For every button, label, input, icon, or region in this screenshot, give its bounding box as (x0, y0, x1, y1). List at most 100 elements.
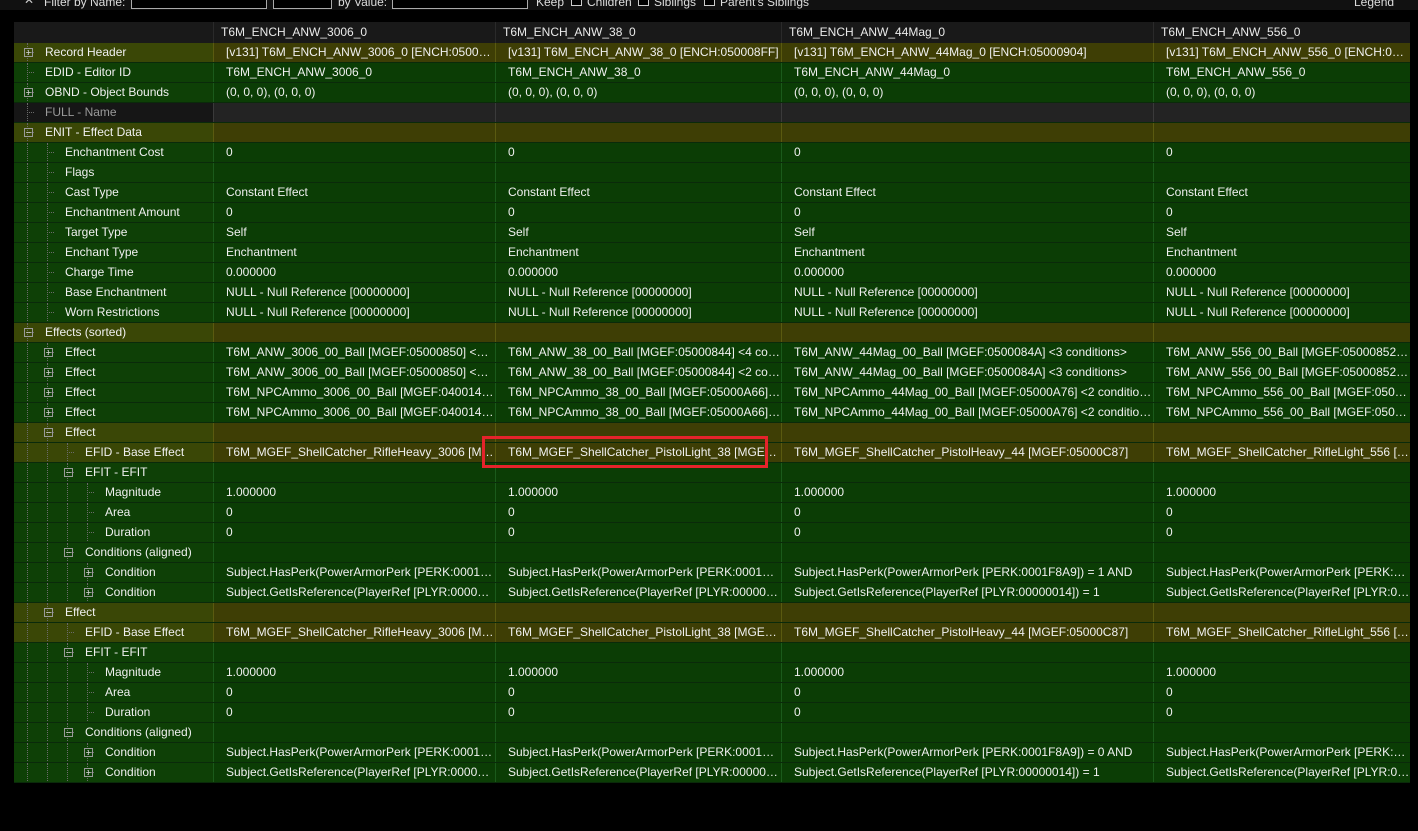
row-name-cell[interactable]: − ENIT - Effect Data (14, 123, 213, 142)
row-name-cell[interactable]: + Effect (14, 363, 213, 382)
value-cell[interactable] (213, 463, 495, 482)
value-cell[interactable]: NULL - Null Reference [00000000] (495, 283, 781, 302)
value-cell[interactable]: T6M_ANW_44Mag_00_Ball [MGEF:0500084A] <3… (781, 343, 1153, 362)
value-cell[interactable] (213, 423, 495, 442)
value-cell[interactable]: 0 (495, 523, 781, 542)
row-name-cell[interactable]: − Effect (14, 423, 213, 442)
value-cell[interactable]: T6M_NPCAmmo_556_00_Ball [MGEF:05000A95 (1153, 403, 1410, 422)
column-header-record[interactable]: T6M_ENCH_ANW_3006_0 (213, 22, 495, 43)
tree-row[interactable]: Magnitude 1.000000 1.000000 1.000000 1.00000… (14, 483, 1410, 503)
tree-row[interactable]: − ENIT - Effect Data (14, 123, 1410, 143)
value-cell[interactable]: T6M_MGEF_ShellCatcher_RifleLight_556 [MG… (1153, 623, 1410, 642)
value-cell[interactable] (1153, 543, 1410, 562)
value-cell[interactable] (1153, 103, 1410, 122)
expand-icon[interactable]: + (84, 748, 93, 757)
row-name-cell[interactable]: Cast Type (14, 183, 213, 202)
row-name-cell[interactable]: + Effect (14, 343, 213, 362)
row-name-cell[interactable]: + Record Header (14, 43, 213, 62)
value-cell[interactable]: Subject.GetIsReference(PlayerRef [PLYR:0… (1153, 763, 1410, 782)
tree-row[interactable]: Base Enchantment NULL - Null Reference [0… (14, 283, 1410, 303)
tree-row[interactable]: EDID - Editor ID T6M_ENCH_ANW_3006_0 T6M_E… (14, 63, 1410, 83)
tree-row[interactable]: Duration 0 0 0 0 (14, 703, 1410, 723)
value-cell[interactable]: T6M_ANW_3006_00_Ball [MGEF:05000850] <3 … (213, 343, 495, 362)
tree-row[interactable]: − Conditions (aligned) (14, 543, 1410, 563)
value-cell[interactable]: Subject.GetIsReference(PlayerRef [PLYR:0… (495, 583, 781, 602)
value-cell[interactable]: T6M_NPCAmmo_44Mag_00_Ball [MGEF:05000A76… (781, 383, 1153, 402)
tree-row[interactable]: Enchantment Cost 0 0 0 0 (14, 143, 1410, 163)
value-cell[interactable]: 0 (213, 683, 495, 702)
vertical-scrollbar[interactable] (1410, 22, 1418, 784)
tree-row[interactable]: + OBND - Object Bounds (0, 0, 0), (0, 0, 0… (14, 83, 1410, 103)
column-header-record[interactable]: T6M_ENCH_ANW_38_0 (495, 22, 781, 43)
value-cell[interactable] (781, 323, 1153, 342)
value-cell[interactable] (495, 323, 781, 342)
tree-row[interactable]: + Record Header [v131] T6M_ENCH_ANW_3006_0… (14, 43, 1410, 63)
value-cell[interactable] (1153, 323, 1410, 342)
value-cell[interactable]: NULL - Null Reference [00000000] (781, 303, 1153, 322)
expand-icon[interactable]: + (24, 48, 33, 57)
row-name-cell[interactable]: Duration (14, 703, 213, 722)
value-cell[interactable]: Subject.GetIsReference(PlayerRef [PLYR:0… (781, 583, 1153, 602)
row-name-cell[interactable]: Enchant Type (14, 243, 213, 262)
value-cell[interactable]: 0 (495, 203, 781, 222)
collapse-icon[interactable]: − (64, 468, 73, 477)
value-cell[interactable] (213, 103, 495, 122)
value-cell[interactable]: (0, 0, 0), (0, 0, 0) (1153, 83, 1410, 102)
value-cell[interactable]: T6M_ANW_556_00_Ball [MGEF:05000852] <3 c… (1153, 363, 1410, 382)
value-cell[interactable]: 0 (495, 683, 781, 702)
value-cell[interactable]: T6M_MGEF_ShellCatcher_PistolHeavy_44 [MG… (781, 443, 1153, 462)
value-cell[interactable]: Subject.GetIsReference(PlayerRef [PLYR:0… (781, 763, 1153, 782)
row-name-cell[interactable]: + Effect (14, 383, 213, 402)
tree-row[interactable]: + Condition Subject.GetIsReference(PlayerR… (14, 763, 1410, 783)
value-cell[interactable] (781, 463, 1153, 482)
value-cell[interactable]: T6M_NPCAmmo_3006_00_Ball [MGEF:0400146E]… (213, 383, 495, 402)
value-cell[interactable] (495, 103, 781, 122)
value-cell[interactable] (781, 163, 1153, 182)
value-cell[interactable]: 1.000000 (1153, 663, 1410, 682)
row-name-cell[interactable]: Magnitude (14, 483, 213, 502)
value-cell[interactable]: T6M_NPCAmmo_556_00_Ball [MGEF:05000A95 (1153, 383, 1410, 402)
value-cell[interactable] (1153, 163, 1410, 182)
tree-row[interactable]: Magnitude 1.000000 1.000000 1.000000 1.00000… (14, 663, 1410, 683)
value-cell[interactable]: Self (1153, 223, 1410, 242)
value-cell[interactable]: 0 (781, 143, 1153, 162)
value-cell[interactable] (495, 543, 781, 562)
value-cell[interactable]: 0.000000 (213, 263, 495, 282)
value-cell[interactable] (213, 323, 495, 342)
expand-icon[interactable]: + (44, 368, 53, 377)
keep-siblings-checkbox[interactable] (638, 0, 649, 6)
value-cell[interactable]: NULL - Null Reference [00000000] (1153, 283, 1410, 302)
expand-icon[interactable]: + (24, 88, 33, 97)
row-name-cell[interactable]: + Effect (14, 403, 213, 422)
tree-row[interactable]: − Conditions (aligned) (14, 723, 1410, 743)
tree-row[interactable]: Cast Type Constant Effect Constant Effect C… (14, 183, 1410, 203)
value-cell[interactable]: Subject.HasPerk(PowerArmorPerk [PERK:000… (781, 743, 1153, 762)
value-cell[interactable] (495, 643, 781, 662)
value-cell[interactable]: [v131] T6M_ENCH_ANW_38_0 [ENCH:050008FF] (495, 43, 781, 62)
value-cell[interactable] (495, 163, 781, 182)
tree-row[interactable]: − EFIT - EFIT (14, 643, 1410, 663)
value-cell[interactable]: Constant Effect (1153, 183, 1410, 202)
column-header-record[interactable]: T6M_ENCH_ANW_44Mag_0 (781, 22, 1153, 43)
value-cell[interactable] (781, 603, 1153, 622)
value-cell[interactable]: (0, 0, 0), (0, 0, 0) (781, 83, 1153, 102)
legend-button[interactable]: Legend (1354, 0, 1394, 9)
row-name-cell[interactable]: Base Enchantment (14, 283, 213, 302)
filter-column-input[interactable] (273, 0, 332, 9)
expand-icon[interactable]: + (44, 388, 53, 397)
collapse-icon[interactable]: − (64, 648, 73, 657)
value-cell[interactable]: 1.000000 (213, 483, 495, 502)
value-cell[interactable]: 1.000000 (781, 483, 1153, 502)
expand-icon[interactable]: + (84, 588, 93, 597)
value-cell[interactable]: 0 (495, 143, 781, 162)
value-cell[interactable]: 0 (1153, 523, 1410, 542)
tree-row[interactable]: − Effect (14, 603, 1410, 623)
row-name-cell[interactable]: Duration (14, 523, 213, 542)
value-cell[interactable]: (0, 0, 0), (0, 0, 0) (495, 83, 781, 102)
tree-row[interactable]: Worn Restrictions NULL - Null Reference [… (14, 303, 1410, 323)
value-cell[interactable]: 1.000000 (781, 663, 1153, 682)
value-cell[interactable] (495, 123, 781, 142)
tree-row[interactable]: Enchantment Amount 0 0 0 0 (14, 203, 1410, 223)
value-cell[interactable]: T6M_NPCAmmo_38_00_Ball [MGEF:05000A66] <… (495, 383, 781, 402)
column-header-record[interactable]: T6M_ENCH_ANW_556_0 (1153, 22, 1410, 43)
